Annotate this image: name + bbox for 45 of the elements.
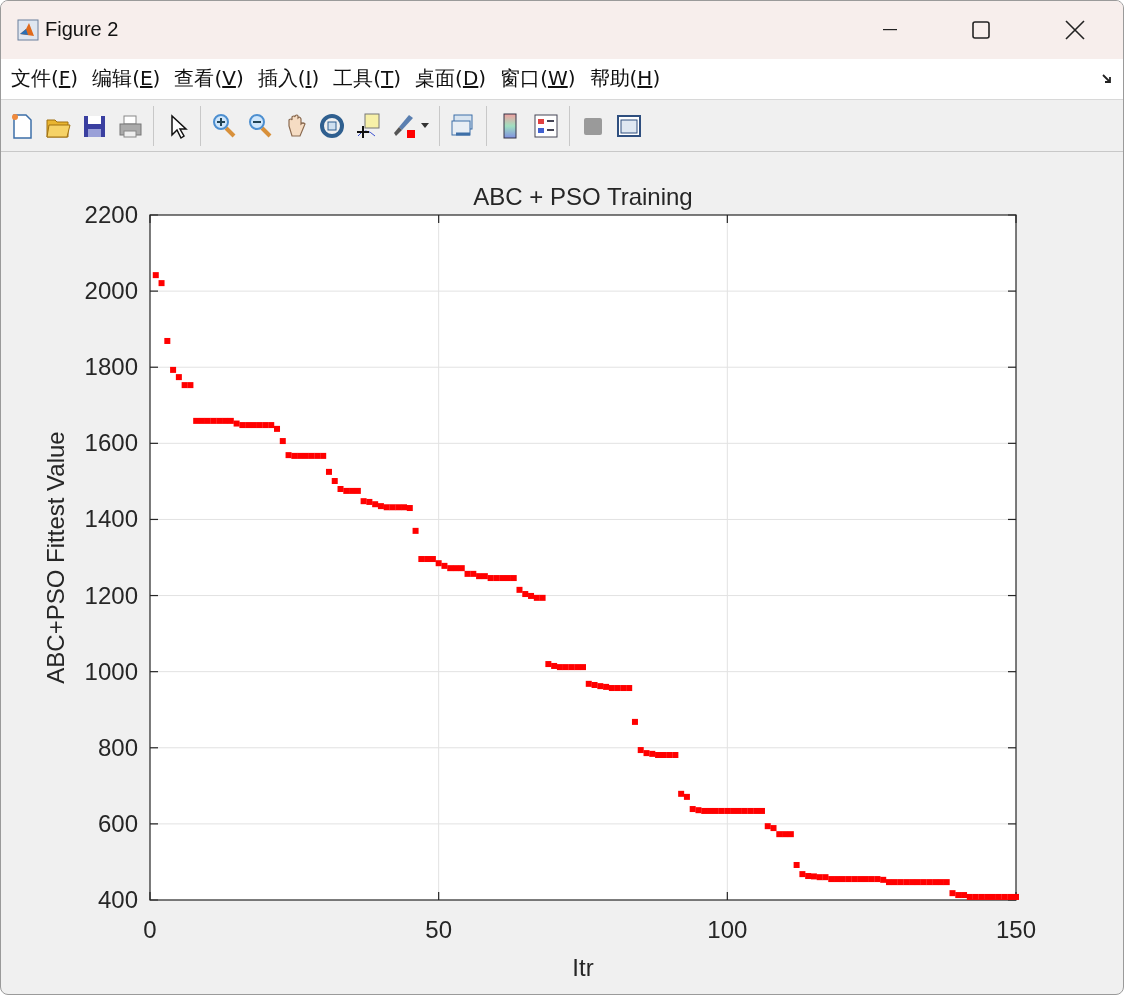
window-title: Figure 2 <box>45 18 119 42</box>
data-point <box>331 478 338 484</box>
menu-item[interactable]: 窗口(W) <box>500 65 576 93</box>
data-point <box>325 468 332 475</box>
menu-item[interactable]: 查看(V) <box>174 65 244 93</box>
y-tick-label: 800 <box>97 733 138 761</box>
menu-item[interactable]: 帮助(H) <box>589 65 661 93</box>
y-tick-label: 1400 <box>84 505 138 533</box>
y-tick-label: 600 <box>97 809 138 837</box>
new-file-icon[interactable] <box>9 111 35 140</box>
menu-item[interactable]: 桌面(D) <box>415 65 487 93</box>
data-point <box>279 438 286 445</box>
x-axis-label: Itr <box>572 954 594 981</box>
caret-icon[interactable] <box>421 123 429 129</box>
x-tick-label: 150 <box>996 916 1036 943</box>
menu-item[interactable]: 文件(F) <box>11 65 79 93</box>
rotate-icon[interactable] <box>319 111 345 140</box>
data-point <box>412 527 419 534</box>
maximize-icon[interactable] <box>972 20 990 39</box>
data-cursor-icon[interactable] <box>355 111 381 140</box>
close-icon[interactable] <box>1065 19 1085 40</box>
data-point <box>631 718 638 725</box>
y-tick-label: 1200 <box>84 581 138 609</box>
x-tick-label: 0 <box>143 916 157 943</box>
y-tick-label: 2200 <box>84 201 138 228</box>
dock-arrow-icon[interactable] <box>1101 72 1113 85</box>
menu-item[interactable]: 编辑(E) <box>92 65 161 93</box>
x-tick-label: 50 <box>425 916 452 943</box>
x-tick-label: 100 <box>707 916 748 943</box>
data-point <box>164 337 171 344</box>
data-point <box>793 862 800 868</box>
zoom-in-icon[interactable] <box>211 111 237 140</box>
menu-item[interactable]: 工具(T) <box>333 65 402 93</box>
zoom-out-icon[interactable] <box>247 111 273 140</box>
app-logo-icon <box>17 18 39 41</box>
y-tick-label: 1600 <box>84 429 138 457</box>
minimize-icon[interactable] <box>883 28 897 31</box>
legend-icon[interactable] <box>533 111 559 140</box>
y-tick-label: 1000 <box>84 657 138 685</box>
y-tick-label: 2000 <box>84 277 138 305</box>
y-tick-label: 1800 <box>84 353 138 381</box>
y-tick-label: 400 <box>97 886 138 913</box>
chart-title: ABC + PSO Training <box>473 183 693 210</box>
menu-item[interactable]: 插入(I) <box>257 65 320 93</box>
y-axis-label: ABC+PSO Fittest Value <box>42 431 69 684</box>
